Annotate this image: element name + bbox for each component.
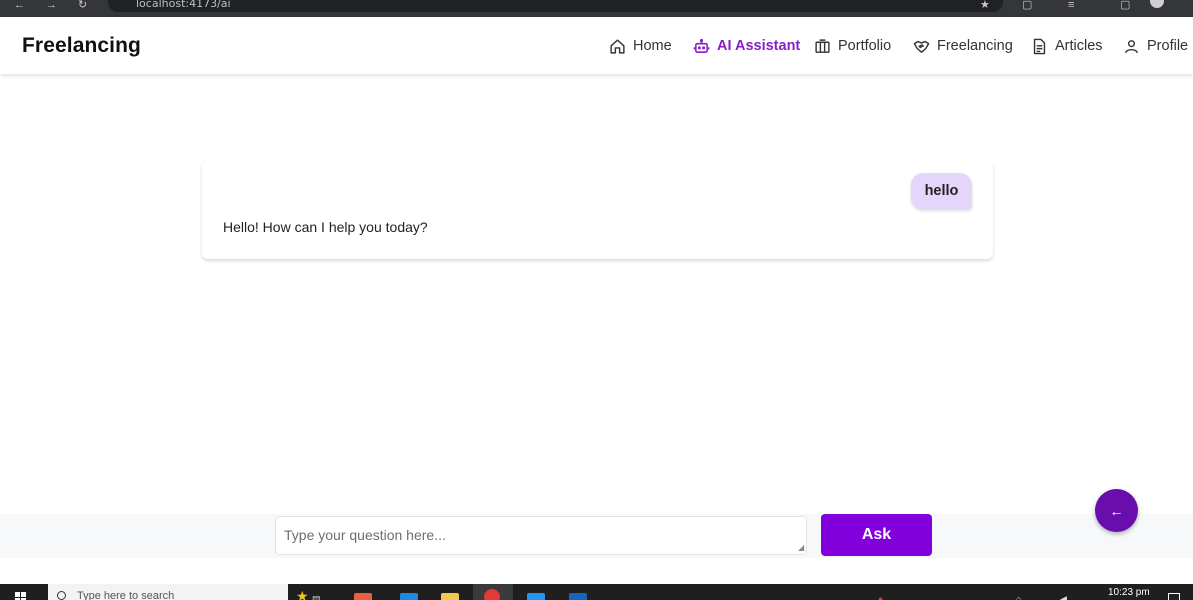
- nav-portfolio[interactable]: Portfolio: [814, 36, 891, 56]
- chrome-icon: [484, 589, 500, 600]
- vscode-icon[interactable]: [527, 593, 545, 600]
- taskbar-app-icon[interactable]: [400, 593, 418, 600]
- user-icon: [1125, 39, 1138, 53]
- nav-profile-label: Profile: [1147, 38, 1189, 54]
- user-message: hello: [911, 173, 972, 209]
- forward-arrow-icon[interactable]: →: [46, 0, 57, 11]
- nav-profile[interactable]: Profile: [1123, 36, 1188, 56]
- taskbar-app-icon[interactable]: [354, 593, 372, 600]
- volume-icon[interactable]: ◀: [1060, 594, 1067, 600]
- document-icon: [1033, 38, 1046, 54]
- os-taskbar: Type here to search ★ ▤ ● ⌂ ◀ 10:23 pm: [0, 584, 1193, 600]
- notification-badge-icon[interactable]: ●: [878, 594, 883, 600]
- nav-ai-assistant-label: AI Assistant: [717, 38, 801, 54]
- question-input[interactable]: [275, 516, 807, 555]
- address-bar-text: localhost:4173/ai: [136, 0, 231, 10]
- taskbar-search[interactable]: Type here to search ★: [48, 584, 309, 600]
- navbar: Freelancing Home AI Assistant Portfolio …: [0, 17, 1193, 74]
- network-icon[interactable]: ⌂: [1016, 594, 1021, 600]
- nav-home-label: Home: [633, 38, 672, 54]
- arrow-left-icon: ←: [1109, 502, 1124, 519]
- ask-button[interactable]: Ask: [821, 514, 932, 556]
- file-explorer-icon[interactable]: [441, 593, 459, 600]
- extension-icon[interactable]: ▢: [1022, 0, 1032, 11]
- nav-articles[interactable]: Articles: [1031, 36, 1103, 56]
- bookmark-star-icon[interactable]: ★: [980, 0, 990, 11]
- search-icon: [57, 591, 66, 600]
- windows-start-icon[interactable]: [15, 592, 27, 600]
- brand-logo[interactable]: Freelancing: [22, 34, 141, 58]
- browser-toolbar: ← → ↻ localhost:4173/ai ★ ▢ ≡ ▢: [0, 0, 1193, 17]
- sidepanel-icon[interactable]: ▢: [1120, 0, 1130, 11]
- columns-icon: [815, 38, 830, 53]
- search-highlight-icon: ★: [296, 588, 309, 600]
- resize-grip-icon[interactable]: ◢: [798, 544, 806, 552]
- nav-freelancing-label: Freelancing: [937, 38, 1013, 54]
- nav-articles-label: Articles: [1055, 38, 1103, 54]
- task-view-icon[interactable]: ▤: [312, 594, 321, 600]
- back-arrow-icon[interactable]: ←: [14, 0, 25, 11]
- reload-icon[interactable]: ↻: [78, 0, 87, 11]
- taskbar-clock[interactable]: 10:23 pm: [1108, 587, 1150, 598]
- action-center-icon[interactable]: [1168, 593, 1180, 600]
- taskbar-app-icon[interactable]: [569, 593, 587, 600]
- profile-avatar[interactable]: [1150, 0, 1164, 8]
- back-button[interactable]: ←: [1095, 489, 1138, 532]
- taskbar-search-text: Type here to search: [77, 590, 175, 600]
- handshake-icon: [913, 40, 930, 53]
- robot-icon: [693, 38, 710, 53]
- nav-portfolio-label: Portfolio: [838, 38, 892, 54]
- home-icon: [610, 38, 625, 54]
- chat-card: [202, 160, 993, 259]
- nav-home[interactable]: Home: [609, 36, 672, 56]
- media-icon[interactable]: ≡: [1068, 0, 1074, 11]
- nav-freelancing[interactable]: Freelancing: [913, 36, 1013, 56]
- address-bar[interactable]: [108, 0, 1003, 12]
- nav-ai-assistant[interactable]: AI Assistant: [693, 36, 800, 56]
- assistant-message: Hello! How can I help you today?: [223, 219, 428, 235]
